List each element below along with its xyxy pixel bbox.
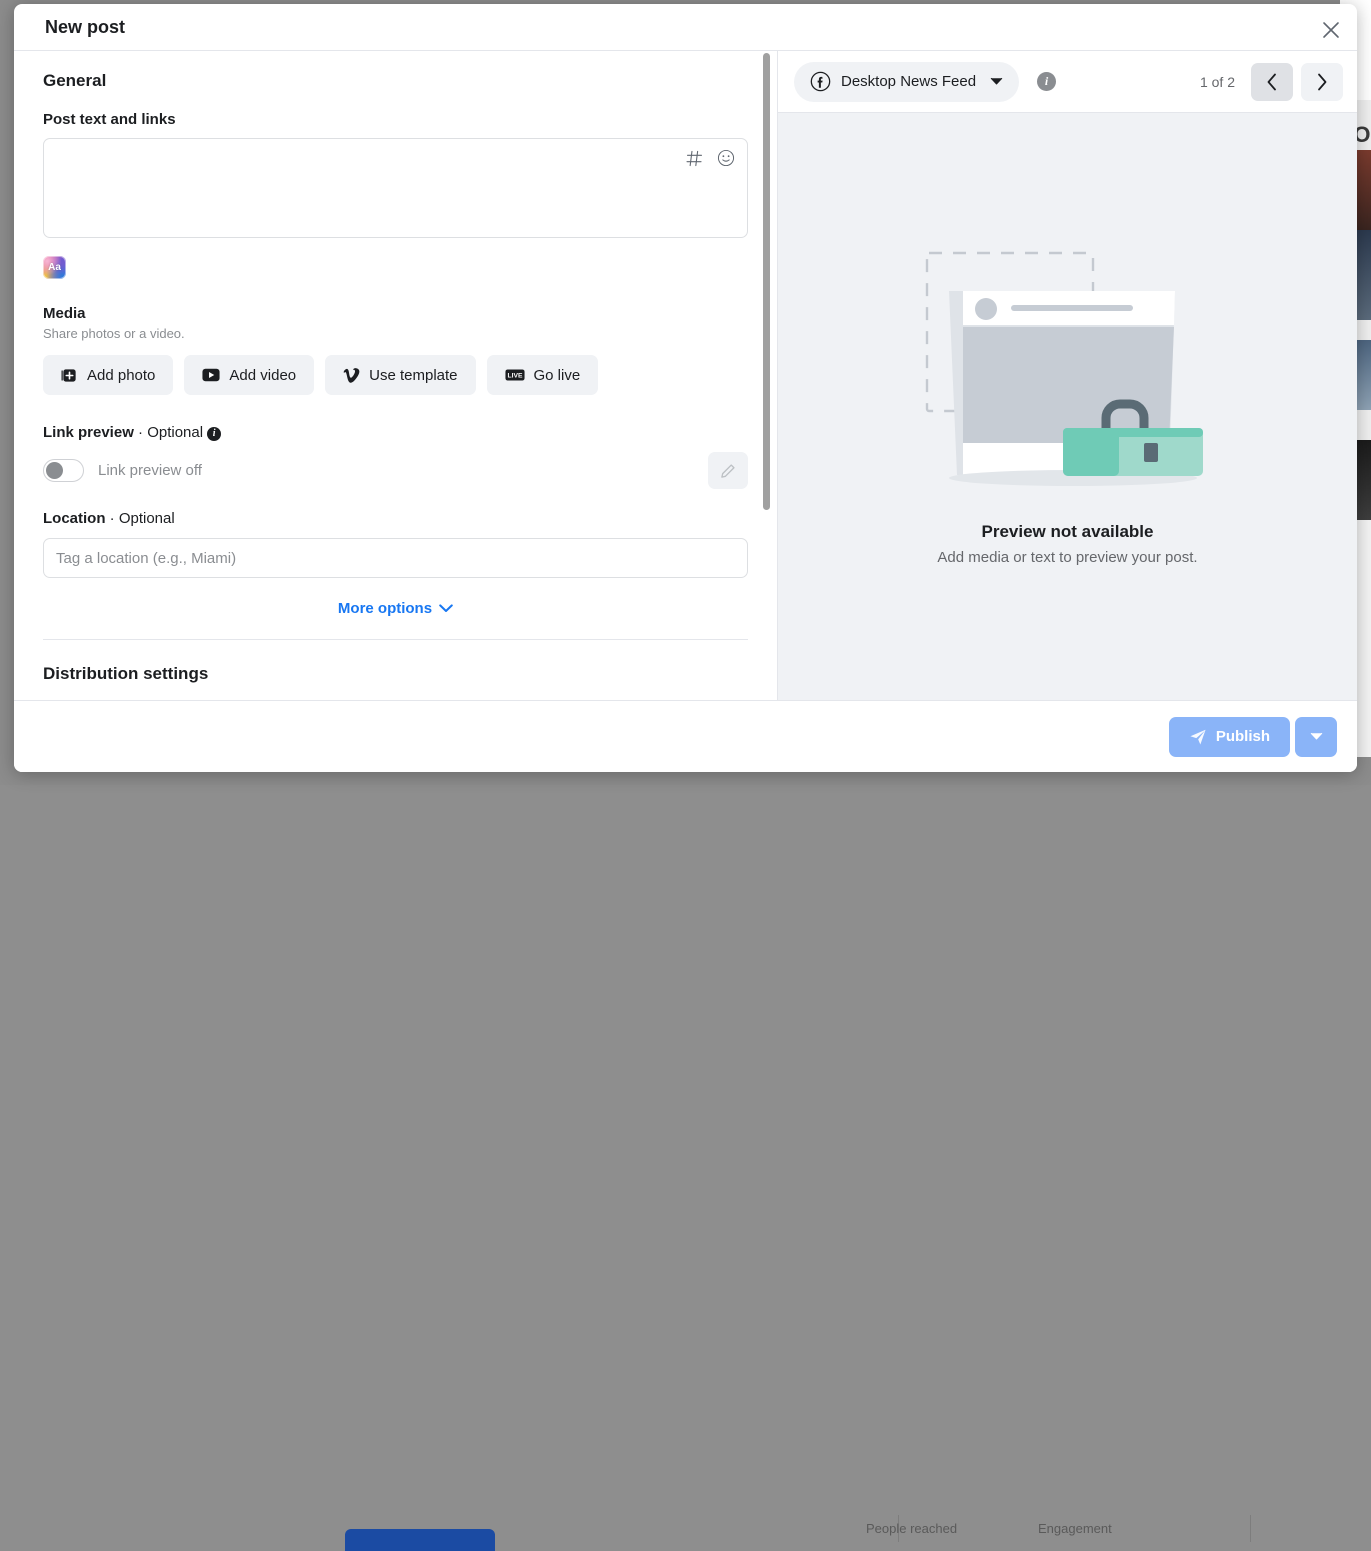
modal-header: New post <box>14 4 1357 51</box>
background-primary-button <box>345 1529 495 1551</box>
link-preview-title: Link preview <box>43 424 134 441</box>
preview-empty-subtitle: Add media or text to preview your post. <box>937 549 1197 566</box>
go-live-label: Go live <box>534 367 581 384</box>
preview-surface-select[interactable]: Desktop News Feed <box>794 62 1019 102</box>
svg-text:LIVE: LIVE <box>507 373 522 380</box>
publish-button-group: Publish <box>1169 717 1337 757</box>
emoji-icon <box>717 149 735 167</box>
chevron-left-icon <box>1266 73 1278 91</box>
page-title: New post <box>45 17 125 38</box>
location-input[interactable] <box>43 538 748 578</box>
preview-prev-button[interactable] <box>1251 63 1293 101</box>
composer-scroll-area: General Post text and links <box>14 51 777 700</box>
pencil-icon <box>719 462 737 480</box>
preview-pane: Desktop News Feed i 1 of 2 <box>778 51 1357 700</box>
post-text-label: Post text and links <box>43 111 748 128</box>
background-divider <box>1250 1515 1251 1542</box>
info-icon[interactable]: i <box>207 427 221 441</box>
use-template-label: Use template <box>369 367 457 384</box>
toggle-knob <box>46 462 63 479</box>
empty-preview-illustration <box>923 247 1213 512</box>
publish-label: Publish <box>1216 728 1270 745</box>
chevron-right-icon <box>1316 73 1328 91</box>
location-optional: · Optional <box>106 510 175 527</box>
general-section-title: General <box>43 71 748 91</box>
text-style-button[interactable]: Aa <box>43 256 66 279</box>
preview-header: Desktop News Feed i 1 of 2 <box>778 51 1357 113</box>
composer-scrollbar[interactable] <box>766 51 774 700</box>
preview-next-button[interactable] <box>1301 63 1343 101</box>
link-preview-label: Link preview · Optional i <box>43 424 748 441</box>
background-stat-label: Engagement <box>1038 1521 1112 1536</box>
add-photo-label: Add photo <box>87 367 155 384</box>
close-button[interactable] <box>1314 13 1348 47</box>
preview-info-icon[interactable]: i <box>1037 72 1056 91</box>
link-preview-optional: · Optional <box>134 424 203 441</box>
vimeo-template-icon <box>343 368 360 383</box>
chevron-down-icon <box>990 77 1003 86</box>
link-preview-toggle[interactable] <box>43 459 84 482</box>
post-text-toolbar <box>683 147 737 169</box>
new-post-modal: New post General Post text and links <box>14 4 1357 772</box>
media-buttons-row: Add photo Add video <box>43 355 748 395</box>
media-label: Media <box>43 305 748 322</box>
live-icon: LIVE <box>505 369 525 381</box>
preview-surface-label: Desktop News Feed <box>841 73 976 90</box>
close-icon <box>1322 21 1340 39</box>
section-divider <box>43 639 748 640</box>
preview-stage: Preview not available Add media or text … <box>778 113 1357 700</box>
send-icon <box>1189 728 1207 746</box>
more-options-button[interactable]: More options <box>43 600 748 617</box>
more-options-label: More options <box>338 600 432 617</box>
facebook-icon <box>810 71 831 92</box>
location-title: Location <box>43 510 106 527</box>
add-video-label: Add video <box>229 367 296 384</box>
media-note: Share photos or a video. <box>43 326 748 341</box>
text-style-label: Aa <box>48 262 61 273</box>
publish-button[interactable]: Publish <box>1169 717 1290 757</box>
preview-empty-title: Preview not available <box>982 522 1154 542</box>
link-preview-edit-button[interactable] <box>708 452 748 489</box>
post-text-input[interactable] <box>44 139 747 237</box>
chevron-down-icon <box>1310 732 1323 741</box>
hashtag-icon <box>686 150 703 167</box>
distribution-settings-title: Distribution settings <box>43 664 748 684</box>
publish-options-button[interactable] <box>1295 717 1337 757</box>
add-video-icon <box>202 368 220 382</box>
hashtag-button[interactable] <box>683 147 705 169</box>
emoji-button[interactable] <box>715 147 737 169</box>
composer-pane: General Post text and links <box>14 51 778 700</box>
go-live-button[interactable]: LIVE Go live <box>487 355 599 395</box>
use-template-button[interactable]: Use template <box>325 355 475 395</box>
preview-page-count: 1 of 2 <box>1200 74 1235 90</box>
scrollbar-thumb[interactable] <box>763 53 770 510</box>
modal-body: General Post text and links <box>14 51 1357 700</box>
add-photo-icon <box>61 367 78 384</box>
link-preview-toggle-label: Link preview off <box>98 462 202 479</box>
preview-pager: 1 of 2 <box>1200 63 1343 101</box>
add-video-button[interactable]: Add video <box>184 355 314 395</box>
chevron-down-icon <box>439 604 453 613</box>
post-text-field-wrapper <box>43 138 748 238</box>
link-preview-toggle-row: Link preview off <box>43 459 748 482</box>
location-label: Location · Optional <box>43 510 748 527</box>
background-stat-label: People reached <box>866 1521 957 1536</box>
add-photo-button[interactable]: Add photo <box>43 355 173 395</box>
modal-footer: Publish <box>14 700 1357 772</box>
